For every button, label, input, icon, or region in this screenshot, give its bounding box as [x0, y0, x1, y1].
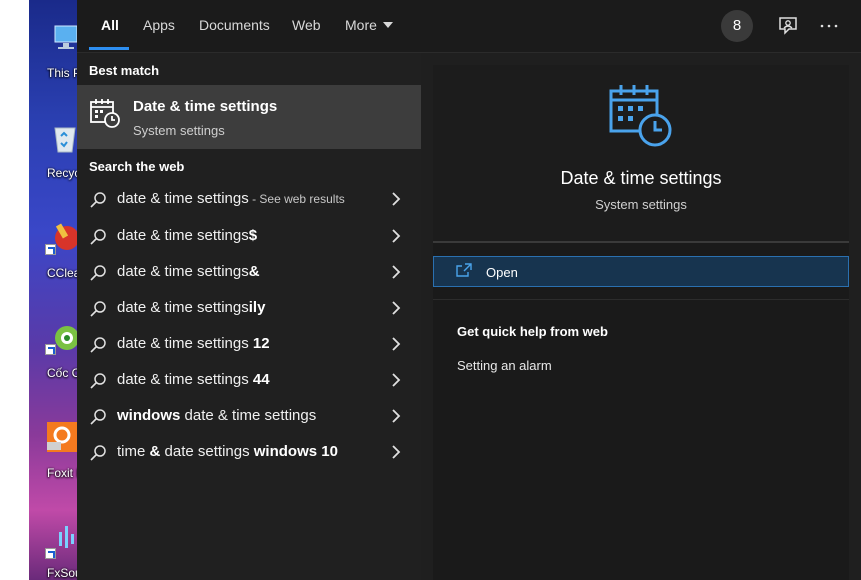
- preview-subtitle: System settings: [595, 197, 687, 212]
- ellipsis-icon[interactable]: [818, 15, 840, 37]
- web-result-text: windows date & time settings: [117, 407, 317, 424]
- open-button[interactable]: Open: [433, 256, 849, 287]
- web-result-text: time & date settings windows 10: [117, 443, 338, 460]
- preview-pane: Date & time settings System settings Ope…: [433, 65, 849, 580]
- web-result-row[interactable]: date & time settings 12: [77, 326, 421, 362]
- search-flyout: All Apps Documents Web More 8 Best match: [77, 0, 861, 580]
- search-web-heading: Search the web: [89, 159, 185, 174]
- preview-header: Date & time settings System settings: [433, 65, 849, 241]
- divider: [433, 241, 849, 243]
- best-match-title: Date & time settings: [133, 98, 278, 115]
- best-match-item[interactable]: Date & time settings System settings: [77, 85, 421, 149]
- recycle-bin-icon: [54, 127, 76, 153]
- search-icon: [90, 192, 106, 208]
- web-result-row[interactable]: date & time settings 44: [77, 362, 421, 398]
- best-match-heading: Best match: [89, 63, 160, 78]
- chevron-right-icon: [392, 265, 401, 279]
- foxit-reader-icon: [47, 422, 77, 452]
- web-result-row[interactable]: date & time settings - See web results: [77, 181, 421, 217]
- web-result-row[interactable]: date & time settingsily: [77, 290, 421, 326]
- help-link-setting-an-alarm[interactable]: Setting an alarm: [457, 358, 552, 373]
- web-result-text: date & time settings$: [117, 227, 258, 244]
- chevron-right-icon: [392, 301, 401, 315]
- search-icon: [90, 373, 106, 389]
- divider: [433, 299, 849, 300]
- preview-title: Date & time settings: [560, 168, 722, 188]
- web-result-text: date & time settings - See web results: [117, 190, 345, 207]
- search-icon: [90, 409, 106, 425]
- calendar-clock-icon: [609, 85, 672, 147]
- chevron-right-icon: [392, 229, 401, 243]
- search-icon: [90, 445, 106, 461]
- tab-apps[interactable]: Apps: [143, 17, 175, 33]
- web-result-text: date & time settings&: [117, 263, 260, 280]
- open-external-icon: [456, 263, 472, 277]
- feedback-icon[interactable]: [777, 15, 799, 37]
- tab-all[interactable]: All: [101, 17, 119, 33]
- web-result-text: date & time settingsily: [117, 299, 266, 316]
- chevron-right-icon: [392, 445, 401, 459]
- desktop-background: This P Recycle CClean Cốc C: [29, 0, 77, 580]
- search-icon: [90, 229, 106, 245]
- computer-icon: [54, 25, 77, 49]
- web-result-row[interactable]: date & time settings&: [77, 254, 421, 290]
- calendar-clock-icon: [90, 99, 120, 128]
- quick-help-heading: Get quick help from web: [457, 324, 608, 339]
- search-icon: [90, 301, 106, 317]
- chevron-right-icon: [392, 373, 401, 387]
- chevron-down-icon: [382, 22, 393, 28]
- chevron-right-icon: [392, 409, 401, 423]
- search-tab-bar: All Apps Documents Web More 8: [77, 0, 861, 53]
- open-button-label: Open: [486, 265, 518, 280]
- chevron-right-icon: [392, 192, 401, 206]
- search-icon: [90, 265, 106, 281]
- chevron-right-icon: [392, 337, 401, 351]
- shortcut-arrow-icon: [45, 548, 56, 559]
- search-icon: [90, 337, 106, 353]
- screen: This P Recycle CClean Cốc C: [0, 0, 861, 580]
- web-result-row[interactable]: windows date & time settings: [77, 398, 421, 434]
- active-tab-indicator: [89, 47, 129, 50]
- web-result-text: date & time settings 12: [117, 335, 270, 352]
- web-result-row[interactable]: date & time settings$: [77, 218, 421, 254]
- web-result-text: date & time settings 44: [117, 371, 270, 388]
- web-result-row[interactable]: time & date settings windows 10: [77, 434, 421, 470]
- tab-documents[interactable]: Documents: [199, 17, 270, 33]
- tab-more-label: More: [345, 17, 377, 33]
- shortcut-arrow-icon: [45, 244, 56, 255]
- results-list: Best match Date & time settings System s…: [77, 53, 421, 580]
- tab-more[interactable]: More: [345, 17, 393, 33]
- tab-web[interactable]: Web: [292, 17, 321, 33]
- shortcut-arrow-icon: [45, 344, 56, 355]
- best-match-subtitle: System settings: [133, 123, 225, 138]
- rewards-badge[interactable]: 8: [721, 10, 753, 42]
